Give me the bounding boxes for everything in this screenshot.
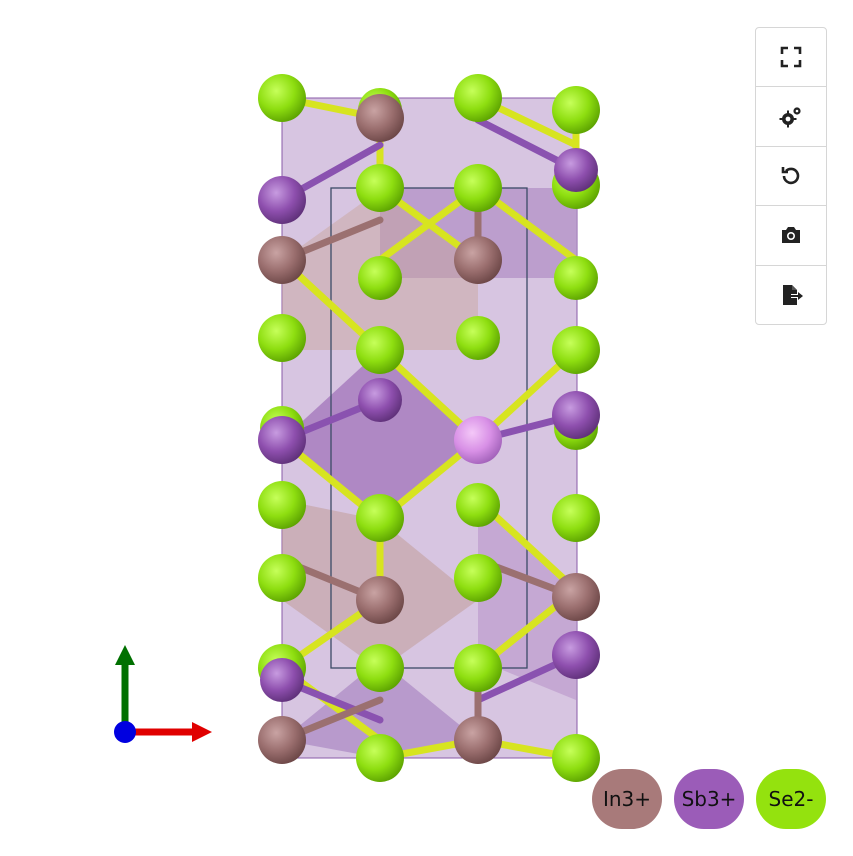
camera-icon [782,227,800,244]
structure-viewer-canvas[interactable] [0,0,853,856]
screenshot-button[interactable] [756,206,826,266]
legend-item-in3[interactable]: In3+ [592,769,662,829]
legend-label: Sb3+ [681,787,737,811]
legend-label: In3+ [602,787,652,811]
settings-button[interactable] [756,87,826,147]
element-legend: In3+ Sb3+ Se2- [592,769,826,829]
viewer-toolbar [755,27,827,325]
legend-item-sb3[interactable]: Sb3+ [674,769,744,829]
export-button[interactable] [756,266,826,324]
export-file-icon [783,284,803,305]
settings-gears-icon [779,107,801,128]
legend-label: Se2- [768,787,814,811]
fullscreen-icon [780,46,802,68]
reset-view-button[interactable] [756,147,826,207]
z-axis-point [114,721,136,743]
legend-item-se2[interactable]: Se2- [756,769,826,829]
reset-rotation-icon [781,167,800,185]
fullscreen-button[interactable] [756,28,826,88]
axes-gizmo [114,645,212,743]
